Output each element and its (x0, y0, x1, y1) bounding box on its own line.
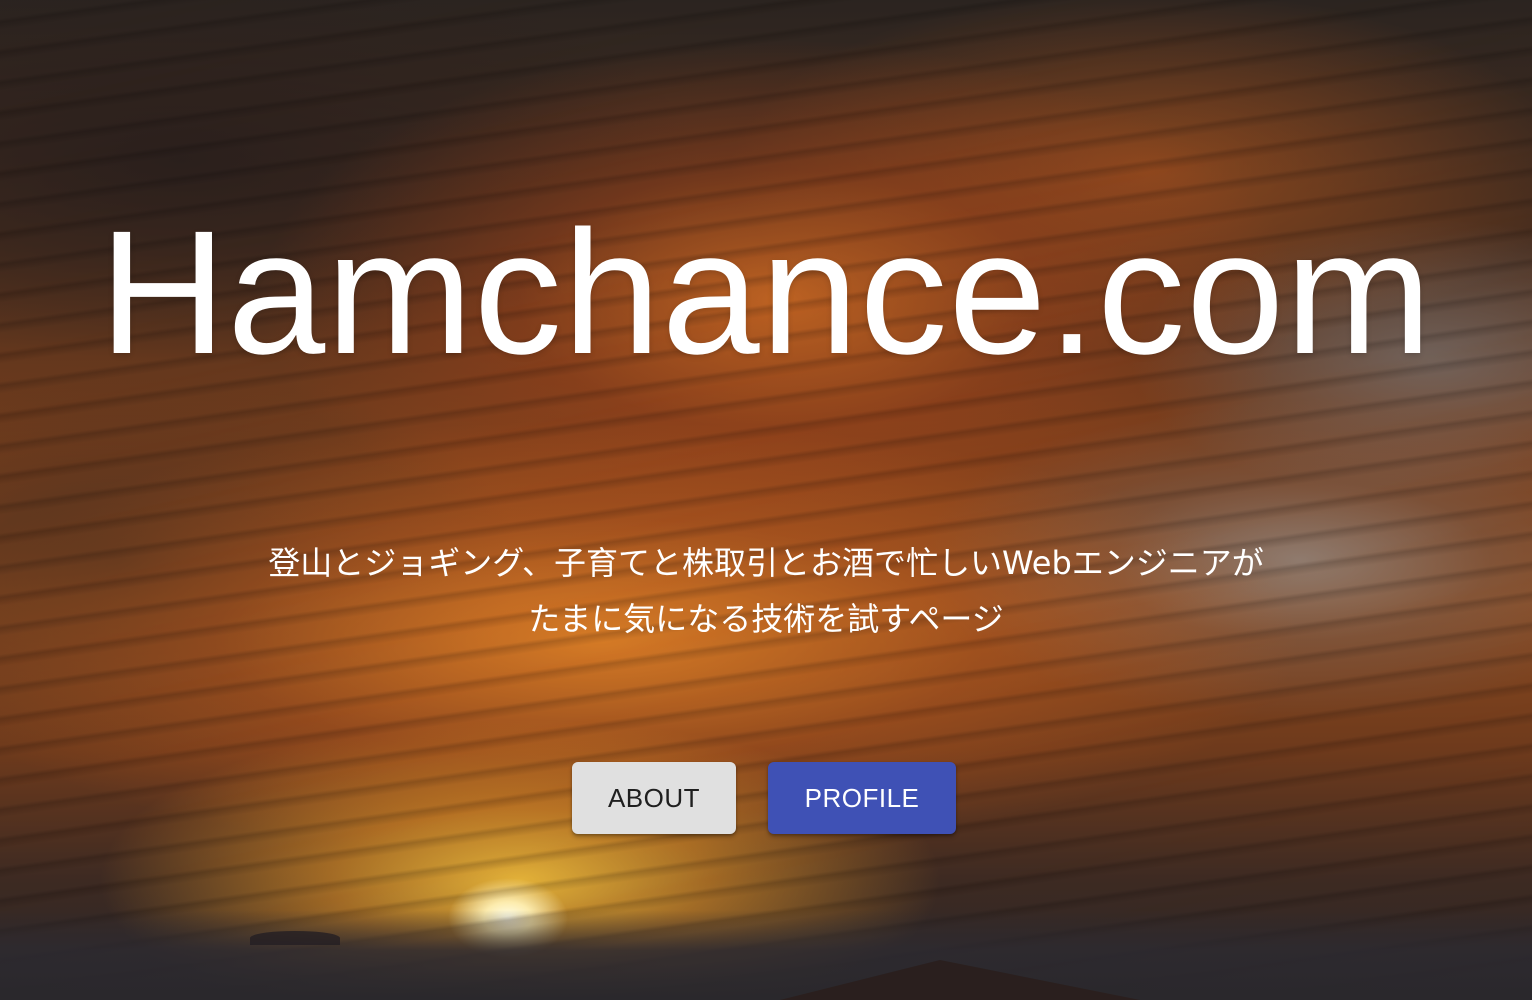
site-tagline: 登山とジョギング、子育てと株取引とお酒で忙しいWebエンジニアが たまに気になる… (0, 535, 1532, 647)
hero-section: Hamchance.com 登山とジョギング、子育てと株取引とお酒で忙しいWeb… (0, 0, 1532, 1000)
site-title: Hamchance.com (99, 195, 1433, 391)
about-button[interactable]: ABOUT (572, 762, 736, 834)
hero-actions: ABOUT PROFILE (572, 762, 956, 834)
hero-content: Hamchance.com 登山とジョギング、子育てと株取引とお酒で忙しいWeb… (0, 0, 1532, 1000)
tagline-line-1: 登山とジョギング、子育てと株取引とお酒で忙しいWebエンジニアが (268, 544, 1264, 582)
profile-button[interactable]: PROFILE (768, 762, 956, 834)
tagline-line-2: たまに気になる技術を試すページ (528, 600, 1004, 638)
